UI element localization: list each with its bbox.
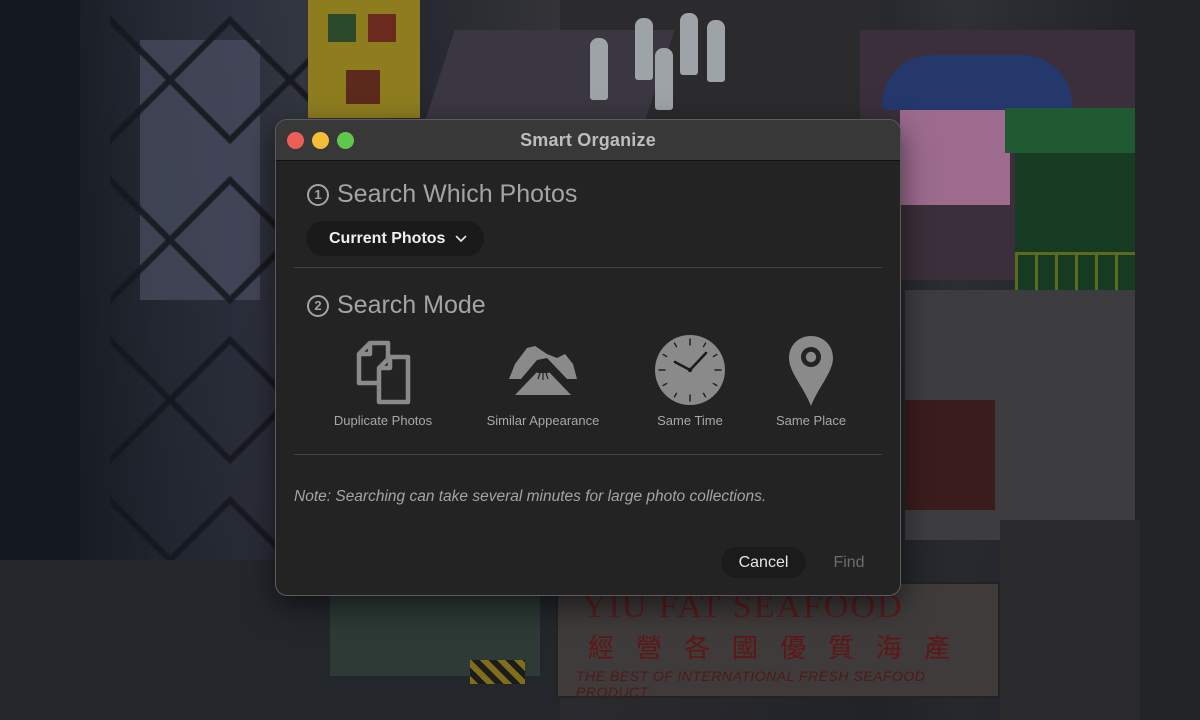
section-divider (294, 267, 882, 268)
smart-organize-dialog: Smart Organize 1 Search Which Photos Cur… (275, 119, 901, 596)
photo-pedestrians (585, 8, 735, 113)
map-pin-icon (789, 336, 833, 406)
step-number-2: 2 (307, 294, 329, 317)
mode-similar-appearance[interactable]: Similar Appearance (483, 334, 603, 428)
photo-seafood-sign: YIU FAT SEAFOOD 經營各國優質海產 THE BEST OF INT… (556, 582, 1000, 700)
find-button[interactable]: Find (816, 547, 882, 578)
section-divider (294, 454, 882, 455)
photo-right-wall (1135, 0, 1200, 720)
chevron-down-icon (456, 235, 467, 242)
clock-icon (655, 335, 725, 405)
window-controls (287, 132, 354, 149)
cancel-button[interactable]: Cancel (721, 547, 806, 578)
photo-green-roof (1005, 108, 1135, 153)
mode-same-place[interactable]: Same Place (775, 334, 847, 428)
minimize-window-button[interactable] (312, 132, 329, 149)
photo-umbrella (882, 55, 1072, 110)
title-bar[interactable]: Smart Organize (276, 120, 900, 161)
maximize-window-button[interactable] (337, 132, 354, 149)
window-title: Smart Organize (520, 129, 656, 150)
section-1-title: Search Which Photos (337, 180, 578, 208)
step-number-1: 1 (307, 183, 329, 206)
duplicate-pages-icon (356, 340, 411, 405)
mode-label: Duplicate Photos (333, 413, 433, 428)
photo-source-dropdown[interactable]: Current Photos (306, 221, 484, 256)
photo-yellow-sign (308, 0, 420, 118)
sign-chinese-text: 經營各國優質海產 (588, 634, 973, 664)
search-mode-options: Duplicate Photos Similar Appearance Same… (316, 334, 876, 434)
sign-tagline-text: THE BEST OF INTERNATIONAL FRESH SEAFOOD … (576, 668, 926, 700)
close-window-button[interactable] (287, 132, 304, 149)
search-mode-heading: 2 Search Mode (307, 291, 486, 320)
mode-label: Same Time (657, 413, 723, 428)
photo-bottom-right (1000, 520, 1140, 720)
photo-red-sign (905, 400, 995, 510)
photo-stall (900, 105, 1010, 205)
mode-duplicate-photos[interactable]: Duplicate Photos (333, 334, 433, 428)
mode-label: Same Place (775, 413, 847, 428)
search-duration-note: Note: Searching can take several minutes… (294, 488, 767, 505)
mountain-icon (509, 346, 577, 395)
mode-label: Similar Appearance (486, 413, 600, 428)
dropdown-selected-value: Current Photos (329, 229, 446, 247)
photo-hazard-stripes (470, 660, 525, 684)
mode-same-time[interactable]: Same Time (652, 334, 728, 428)
section-2-title: Search Mode (337, 291, 486, 319)
search-which-photos-heading: 1 Search Which Photos (307, 180, 577, 209)
